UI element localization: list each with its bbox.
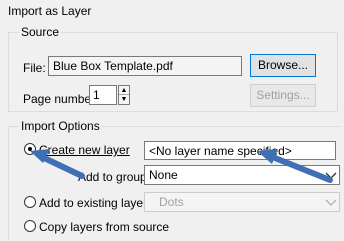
chevron-down-icon[interactable] — [323, 166, 339, 184]
create-new-layer-label[interactable]: Create new layer — [39, 143, 130, 157]
file-label: File: — [23, 61, 46, 75]
layer-name-input[interactable]: <No layer name specified> — [144, 141, 336, 160]
chevron-down-icon-disabled — [325, 199, 337, 206]
add-to-group-label: Add to group: — [78, 170, 151, 184]
add-to-existing-label[interactable]: Add to existing layer — [39, 196, 147, 210]
dialog-title: Import as Layer — [8, 4, 92, 18]
add-to-existing-radio[interactable] — [24, 196, 36, 208]
source-legend: Source — [19, 25, 62, 39]
stepper-down-icon[interactable]: ▼ — [119, 95, 129, 104]
page-number-stepper[interactable]: ▲ ▼ — [118, 85, 130, 105]
import-options-legend: Import Options — [19, 119, 102, 133]
existing-layer-select: Dots — [144, 192, 340, 212]
create-new-layer-radio[interactable] — [24, 143, 36, 155]
existing-layer-value: Dots — [159, 195, 184, 209]
copy-layers-label[interactable]: Copy layers from source — [39, 220, 169, 234]
settings-button[interactable]: Settings... — [250, 84, 316, 107]
browse-button[interactable]: Browse... — [250, 54, 316, 77]
page-number-input[interactable]: 1 — [89, 85, 117, 105]
group-select[interactable]: None — [144, 165, 340, 185]
page-number-label: Page number: — [23, 92, 99, 106]
stepper-up-icon[interactable]: ▲ — [119, 86, 129, 95]
group-select-value: None — [149, 168, 178, 182]
file-field[interactable]: Blue Box Template.pdf — [48, 56, 242, 76]
radio-selected-dot — [28, 147, 32, 151]
copy-layers-radio[interactable] — [24, 220, 36, 232]
